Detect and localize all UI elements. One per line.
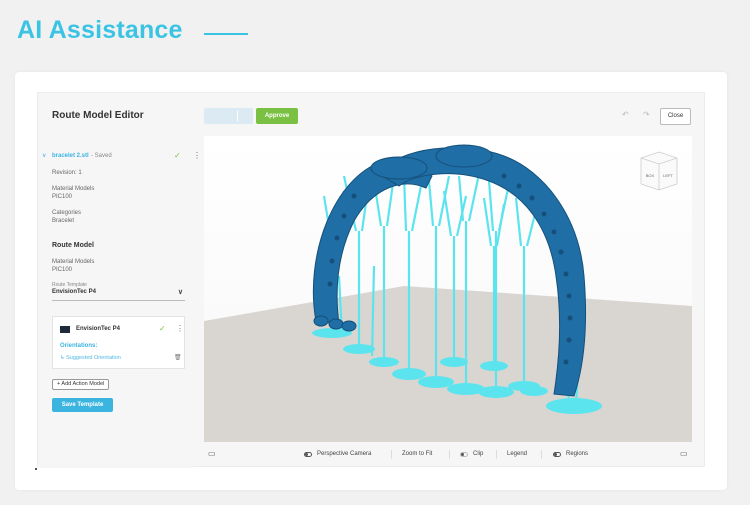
view-cube[interactable]: BOX LEFT <box>640 151 678 191</box>
bead <box>529 195 535 201</box>
suggested-orientation-link[interactable]: ↳ Suggested Orientation <box>60 355 121 361</box>
bead <box>516 183 522 189</box>
view-cube-face-left: BOX <box>646 173 655 178</box>
perspective-toggle-icon[interactable] <box>304 452 312 457</box>
model-scene: BOX LEFT <box>204 136 692 442</box>
decorative-dot <box>35 468 37 470</box>
toolbar-divider <box>449 450 450 459</box>
bead <box>563 271 569 277</box>
view-cube-face-right: LEFT <box>663 173 673 178</box>
perspective-camera-toggle[interactable]: Perspective Camera <box>317 451 371 457</box>
route-model-editor-window: Route Model Editor ∨ bracelet 2.stl - Sa… <box>37 92 705 468</box>
zoom-to-fit-button[interactable]: Zoom to Fit <box>402 451 432 457</box>
route-model-heading: Route Model <box>52 242 94 249</box>
chevron-down-icon: ∨ <box>177 289 183 296</box>
bead <box>341 213 347 219</box>
page-heading: AI Assistance <box>17 16 183 44</box>
route-material-value: PIC100 <box>52 267 73 273</box>
close-button[interactable]: Close <box>660 108 691 125</box>
printer-icon <box>60 326 70 333</box>
chevron-down-icon[interactable]: ∨ <box>42 152 46 159</box>
bead <box>551 229 557 235</box>
sidebar: Route Model Editor ∨ bracelet 2.stl - Sa… <box>38 93 201 468</box>
clip-toggle-icon[interactable] <box>460 452 468 457</box>
bead <box>558 249 564 255</box>
file-status: - Saved <box>91 153 112 159</box>
orientations-label: Orientations: <box>60 343 98 349</box>
bead <box>567 315 573 321</box>
printer-name: EnvisionTec P4 <box>76 326 120 332</box>
heading-underline <box>204 33 248 35</box>
redo-icon[interactable]: ↷ <box>643 110 650 119</box>
more-options-icon[interactable]: ⋮ <box>176 324 184 333</box>
bead <box>334 235 340 241</box>
screen-icon[interactable]: ▭ <box>208 449 216 458</box>
printer-card[interactable]: EnvisionTec P4 ✓ ⋮ Orientations: ↳ Sugge… <box>52 316 185 369</box>
toolbar-divider <box>541 450 542 459</box>
legend-button[interactable]: Legend <box>507 451 527 457</box>
route-template-select[interactable]: EnvisionTec P4 ∨ <box>52 289 185 301</box>
disabled-split-button[interactable] <box>204 108 253 124</box>
bead <box>327 281 333 287</box>
bracelet-end <box>341 320 357 332</box>
bracelet-clasp <box>435 144 493 168</box>
bead <box>566 337 572 343</box>
categories-label: Categories <box>52 210 82 216</box>
route-template-label: Route Template <box>52 282 87 288</box>
bead <box>541 211 547 217</box>
bracelet-end <box>328 318 344 330</box>
revision-text: Revision: 1 <box>52 170 82 176</box>
bracelet-end <box>313 315 329 327</box>
regions-toggle-icon[interactable] <box>553 452 561 457</box>
route-material-label: Material Models <box>52 259 95 265</box>
bead <box>329 258 335 264</box>
categories-value: Bracelet <box>52 218 75 224</box>
bracelet-clasp <box>370 156 428 180</box>
toolbar-divider <box>496 450 497 459</box>
bead <box>351 193 357 199</box>
viewport-toolbar: ▭ Perspective Camera Zoom to Fit Clip Le… <box>204 449 692 463</box>
screen-icon[interactable]: ▭ <box>680 449 688 458</box>
support-base <box>546 398 602 414</box>
split-divider <box>237 111 238 121</box>
support-base <box>520 386 548 396</box>
clip-toggle[interactable]: Clip <box>473 451 483 457</box>
trash-icon[interactable]: 🗑 <box>174 354 182 361</box>
3d-viewport[interactable]: BOX LEFT <box>204 136 692 442</box>
route-template-value: EnvisionTec P4 <box>52 289 96 295</box>
toolbar-divider <box>391 450 392 459</box>
file-row[interactable]: ∨ bracelet 2.stl - Saved ✓ ⋮ <box>42 151 201 164</box>
bead <box>563 359 569 365</box>
bead <box>566 293 572 299</box>
material-models-label: Material Models <box>52 186 95 192</box>
save-template-button[interactable]: Save Template <box>52 398 113 412</box>
check-icon: ✓ <box>174 151 181 160</box>
file-name[interactable]: bracelet 2.stl <box>52 153 89 159</box>
more-options-icon[interactable]: ⋮ <box>193 151 201 160</box>
undo-icon[interactable]: ↶ <box>622 110 629 119</box>
editor-title: Route Model Editor <box>52 110 144 121</box>
add-action-model-button[interactable]: + Add Action Model <box>52 379 110 390</box>
check-icon: ✓ <box>159 324 166 333</box>
regions-toggle[interactable]: Regions <box>566 451 588 457</box>
approve-button[interactable]: Approve <box>256 108 298 124</box>
material-models-value: PIC100 <box>52 194 73 200</box>
bead <box>501 173 507 179</box>
